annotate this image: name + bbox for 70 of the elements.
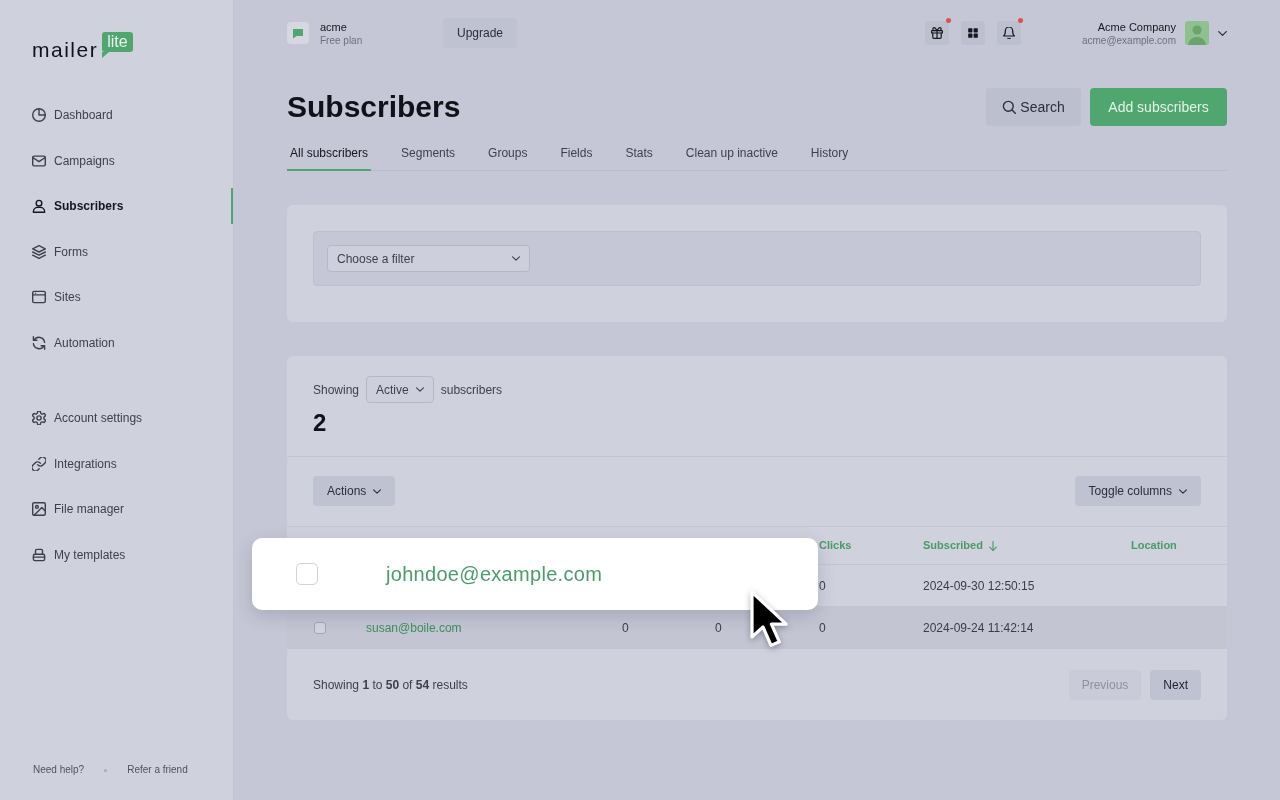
- pie-chart-icon: [32, 108, 46, 122]
- chevron-down-icon: [415, 387, 424, 392]
- logo-wordmark: mailer: [32, 38, 99, 62]
- tab[interactable]: Segments: [398, 137, 459, 171]
- tab[interactable]: Fields: [557, 137, 596, 171]
- tab[interactable]: Stats: [622, 137, 656, 171]
- sidebar-item[interactable]: My templates: [0, 536, 233, 573]
- sidebar-item[interactable]: Dashboard: [0, 97, 233, 133]
- notifications-button[interactable]: [997, 21, 1021, 45]
- table-cell-text: 0: [715, 619, 722, 637]
- row-checkbox[interactable]: [314, 621, 326, 634]
- upgrade-button[interactable]: Upgrade: [443, 18, 518, 48]
- chevron-down-icon: [373, 488, 382, 494]
- bell-icon: [1003, 27, 1015, 39]
- layers-icon: [32, 244, 46, 259]
- row-checkbox[interactable]: [296, 563, 318, 585]
- chevron-down-icon: [1218, 30, 1227, 36]
- separator-dot-icon: [104, 768, 108, 772]
- tab[interactable]: History: [807, 137, 852, 171]
- page-title: Subscribers: [287, 89, 461, 125]
- refresh-icon: [32, 335, 46, 350]
- sidebar-item[interactable]: File manager: [0, 491, 233, 528]
- gift-icon: [931, 27, 943, 39]
- sidebar-item[interactable]: Forms: [0, 233, 233, 270]
- subscribers-label: subscribers: [440, 381, 503, 399]
- gift-button[interactable]: [925, 21, 949, 45]
- search-icon: [1002, 100, 1017, 114]
- sidebar-item[interactable]: Campaigns: [0, 142, 233, 179]
- tab[interactable]: Groups: [485, 137, 531, 171]
- account-name: Acme Company: [1097, 19, 1176, 34]
- browser-window-icon: [32, 290, 46, 305]
- pagination-summary: Showing 1 to 50 of 54 results: [313, 676, 468, 694]
- workspace-name: acme: [320, 19, 348, 34]
- person-icon: [32, 199, 46, 214]
- footer-link[interactable]: Refer a friend: [127, 763, 188, 777]
- status-select[interactable]: Active: [366, 376, 434, 403]
- sidebar-item[interactable]: Integrations: [0, 445, 233, 482]
- subscriber-count: 2: [313, 408, 328, 438]
- sidebar-item[interactable]: Sites: [0, 279, 233, 316]
- sidebar-item[interactable]: Automation: [0, 324, 233, 361]
- chevron-down-icon: [512, 256, 520, 261]
- sidebar-item[interactable]: Subscribers: [0, 188, 233, 225]
- arrow-down-icon: [988, 540, 997, 551]
- tray-icon: [32, 547, 46, 562]
- sidebar-item[interactable]: Account settings: [0, 399, 233, 436]
- next-button[interactable]: Next: [1150, 669, 1201, 700]
- envelope-icon: [32, 153, 46, 168]
- table-cell-text: 2024-09-30 12:50:15: [923, 577, 1035, 595]
- table-cell-text: 0: [819, 619, 826, 637]
- image-icon: [32, 502, 46, 517]
- chat-bubble-icon: [287, 22, 309, 44]
- toggle-columns-button[interactable]: Toggle columns: [1074, 476, 1201, 506]
- actions-button[interactable]: Actions: [313, 476, 396, 506]
- link-icon: [32, 456, 46, 471]
- search-button[interactable]: Search: [986, 88, 1081, 126]
- table-cell-text: 0: [622, 619, 629, 637]
- account-email: acme@example.com: [1081, 33, 1176, 47]
- footer-link[interactable]: Need help?: [33, 763, 85, 777]
- table-row[interactable]: susan@boile.com 0 0 0 2024-09-24 11:42:14: [287, 607, 1227, 649]
- chevron-down-icon: [1179, 488, 1187, 494]
- filter-select[interactable]: Choose a filter: [327, 245, 530, 272]
- tab[interactable]: All subscribers: [287, 137, 372, 171]
- apps-button[interactable]: [961, 21, 985, 45]
- settings-icon: [32, 410, 46, 425]
- tab[interactable]: Clean up inactive: [682, 137, 781, 171]
- showing-label: Showing: [313, 381, 360, 399]
- table-cell-text: 2024-09-24 11:42:14: [923, 619, 1034, 637]
- workspace-plan: Free plan: [320, 33, 363, 47]
- grid-icon: [967, 27, 979, 39]
- table-cell-text: 0: [819, 577, 826, 595]
